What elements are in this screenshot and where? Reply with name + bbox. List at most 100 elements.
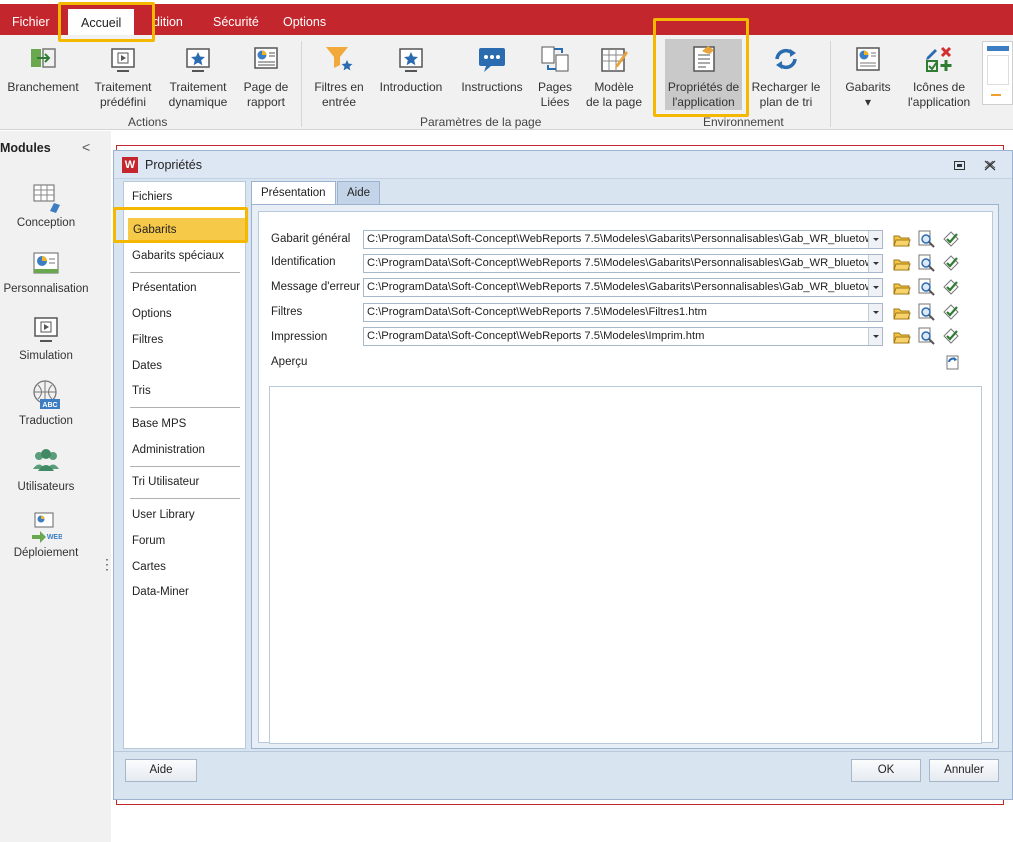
combo-value: C:\ProgramData\Soft-Concept\WebReports 7…: [367, 306, 707, 318]
ribbon-gabarits-button[interactable]: Gabarits ▾: [840, 43, 896, 110]
templates-form: Gabarit général C:\ProgramData\Soft-Conc…: [258, 211, 993, 744]
nav-item-tris[interactable]: Tris: [132, 385, 151, 397]
svg-text:ABC: ABC: [42, 402, 57, 409]
ribbon-label: ▾: [864, 95, 872, 109]
cancel-button[interactable]: Annuler: [929, 759, 999, 782]
linked-pages-icon: [541, 46, 569, 72]
nav-item-base-mps[interactable]: Base MPS: [132, 418, 186, 430]
ribbon-traitement-predefini-button[interactable]: Traitement prédéfini: [88, 43, 158, 110]
module-label: Simulation: [19, 350, 73, 362]
instructions-icon: [479, 48, 505, 72]
dropdown-arrow-icon[interactable]: [868, 255, 882, 272]
nav-item-filtres[interactable]: Filtres: [132, 334, 163, 346]
validate-check-icon[interactable]: [942, 303, 961, 321]
open-folder-icon[interactable]: [892, 278, 911, 296]
ribbon-label: Propriétés de: [667, 80, 740, 94]
predefined-process-icon: [111, 48, 135, 72]
nav-item-cartes[interactable]: Cartes: [132, 561, 166, 573]
validate-check-icon[interactable]: [942, 278, 961, 296]
module-traduction[interactable]: ABC Traduction: [0, 379, 92, 427]
module-label: Conception: [16, 217, 76, 229]
ribbon-traitement-dynamique-button[interactable]: Traitement dynamique: [162, 43, 234, 110]
dropdown-arrow-icon[interactable]: [868, 304, 882, 321]
module-personnalisation[interactable]: Personnalisation: [0, 247, 92, 295]
menu-edition[interactable]: dition: [153, 4, 183, 35]
nav-item-gabarits-selected[interactable]: Gabarits: [128, 218, 245, 242]
ribbon-group-environment: Environnement: [703, 115, 784, 129]
module-utilisateurs[interactable]: Utilisateurs: [0, 445, 92, 493]
tab-presentation[interactable]: Présentation: [251, 181, 336, 206]
nav-separator: [130, 466, 240, 467]
restore-icon[interactable]: [954, 161, 965, 170]
nav-item-forum[interactable]: Forum: [132, 535, 165, 547]
open-folder-icon[interactable]: [892, 303, 911, 321]
nav-item-administration[interactable]: Administration: [132, 444, 205, 456]
modules-title: Modules: [0, 141, 51, 155]
validate-check-icon[interactable]: [942, 327, 961, 345]
ribbon-page-rapport-button[interactable]: Page de rapport: [238, 43, 294, 110]
branch-icon: [31, 48, 56, 68]
translation-icon: ABC: [33, 380, 60, 409]
ribbon-label: rapport: [246, 95, 286, 109]
ribbon-label: Traitement: [169, 80, 227, 94]
open-folder-icon[interactable]: [892, 254, 911, 272]
dropdown-arrow-icon[interactable]: [868, 328, 882, 345]
ribbon-introduction-button[interactable]: Introduction: [374, 43, 448, 95]
module-deploiement[interactable]: WEB Déploiement: [0, 511, 92, 559]
validate-check-icon[interactable]: [942, 230, 961, 248]
menu-securite[interactable]: Sécurité: [213, 4, 259, 35]
deployment-icon: WEB: [32, 512, 62, 543]
open-folder-icon[interactable]: [892, 327, 911, 345]
more-options-icon[interactable]: ⋮: [100, 556, 114, 573]
combo-value: C:\ProgramData\Soft-Concept\WebReports 7…: [367, 233, 880, 245]
nav-item-data-miner[interactable]: Data-Miner: [132, 586, 189, 598]
refresh-preview-icon[interactable]: [943, 353, 962, 371]
preview-magnifier-icon[interactable]: [917, 303, 936, 321]
ribbon-proprietes-application-button[interactable]: Propriétés de l'application: [665, 39, 742, 110]
module-simulation[interactable]: Simulation: [0, 314, 92, 362]
ribbon-branchement-button[interactable]: Branchement: [4, 43, 82, 95]
ribbon-modele-page-button[interactable]: Modèle de la page: [584, 43, 644, 110]
nav-item-dates[interactable]: Dates: [132, 360, 162, 372]
field-label: Impression: [271, 331, 328, 343]
message-erreur-combo[interactable]: C:\ProgramData\Soft-Concept\WebReports 7…: [363, 278, 883, 297]
preview-area: [269, 386, 982, 744]
collapse-chevron-icon[interactable]: <: [82, 139, 90, 155]
gabarit-general-combo[interactable]: C:\ProgramData\Soft-Concept\WebReports 7…: [363, 230, 883, 249]
impression-combo[interactable]: C:\ProgramData\Soft-Concept\WebReports 7…: [363, 327, 883, 346]
identification-combo[interactable]: C:\ProgramData\Soft-Concept\WebReports 7…: [363, 254, 883, 273]
ribbon-instructions-button[interactable]: Instructions: [456, 43, 528, 95]
tab-content: Gabarit général C:\ProgramData\Soft-Conc…: [251, 204, 999, 749]
help-button[interactable]: Aide: [125, 759, 197, 782]
preview-magnifier-icon[interactable]: [917, 230, 936, 248]
preview-magnifier-icon[interactable]: [917, 254, 936, 272]
filter-icon: [326, 47, 353, 71]
validate-check-icon[interactable]: [942, 254, 961, 272]
dropdown-arrow-icon[interactable]: [868, 231, 882, 248]
preview-magnifier-icon[interactable]: [917, 327, 936, 345]
module-conception[interactable]: Conception: [0, 181, 92, 229]
ribbon-recharger-plan-tri-button[interactable]: Recharger le plan de tri: [750, 43, 822, 110]
menu-options[interactable]: Options: [283, 4, 326, 35]
nav-item-fichiers[interactable]: Fichiers: [132, 191, 172, 203]
module-label: Déploiement: [13, 547, 79, 559]
menu-fichier[interactable]: Fichier: [12, 4, 50, 35]
close-icon[interactable]: [984, 160, 996, 171]
nav-item-presentation[interactable]: Présentation: [132, 282, 197, 294]
nav-item-gabarits-speciaux[interactable]: Gabarits spéciaux: [132, 250, 224, 262]
ribbon-gallery-preview[interactable]: [982, 41, 1013, 105]
filtres-combo[interactable]: C:\ProgramData\Soft-Concept\WebReports 7…: [363, 303, 883, 322]
ribbon-pages-liees-button[interactable]: Pages Liées: [532, 43, 578, 110]
preview-magnifier-icon[interactable]: [917, 278, 936, 296]
svg-text:WEB: WEB: [47, 534, 62, 541]
open-folder-icon[interactable]: [892, 230, 911, 248]
ok-button[interactable]: OK: [851, 759, 921, 782]
ribbon-label: l'application: [672, 95, 735, 109]
nav-item-options[interactable]: Options: [132, 308, 172, 320]
tab-aide[interactable]: Aide: [337, 181, 381, 205]
nav-item-user-library[interactable]: User Library: [132, 509, 195, 521]
ribbon-icones-application-button[interactable]: Icônes de l'application: [903, 43, 975, 110]
nav-item-tri-utilisateur[interactable]: Tri Utilisateur: [132, 476, 199, 488]
ribbon-filtres-entree-button[interactable]: Filtres en entrée: [308, 43, 370, 110]
dropdown-arrow-icon[interactable]: [868, 279, 882, 296]
